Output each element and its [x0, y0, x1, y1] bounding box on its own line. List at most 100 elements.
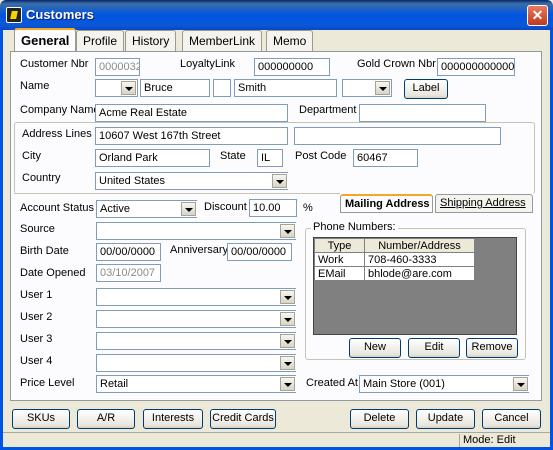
anniversary-field[interactable]: 00/00/0000	[227, 243, 292, 261]
chevron-down-icon[interactable]	[272, 174, 287, 188]
cancel-button[interactable]: Cancel	[482, 409, 541, 429]
country-label: Country	[22, 172, 61, 184]
app-icon	[6, 7, 22, 23]
update-button[interactable]: Update	[416, 409, 475, 429]
city-field[interactable]: Orland Park	[95, 149, 210, 167]
user3-dropdown[interactable]	[280, 333, 296, 349]
phone-type-cell[interactable]: Work	[314, 252, 365, 267]
anniversary-label: Anniversary	[170, 244, 229, 256]
column-header-number[interactable]: Number/Address	[364, 238, 475, 253]
status-mode: Mode: Edit	[459, 434, 549, 447]
skus-button[interactable]: SKUs	[12, 409, 70, 429]
name-prefix-select[interactable]	[95, 79, 138, 97]
column-header-type[interactable]: Type	[314, 238, 365, 253]
window-title: Customers	[26, 7, 94, 22]
interests-button[interactable]: Interests	[143, 409, 203, 429]
chevron-down-icon[interactable]	[280, 334, 295, 348]
company-name-field[interactable]: Acme Real Estate	[95, 104, 288, 122]
tab-shipping-address[interactable]: Shipping Address	[435, 194, 533, 213]
user1-dropdown[interactable]	[280, 289, 296, 305]
user2-select[interactable]	[96, 310, 296, 328]
customer-nbr-label: Customer Nbr	[20, 58, 89, 70]
created-at-dropdown[interactable]	[513, 376, 529, 392]
discount-unit: %	[303, 202, 313, 214]
phone-value-cell[interactable]: 708-460-3333	[364, 252, 475, 267]
user1-label: User 1	[20, 289, 53, 301]
birth-date-label: Birth Date	[20, 245, 69, 257]
address-lines-label: Address Lines	[22, 128, 92, 140]
created-at-select[interactable]: Main Store (001)	[359, 375, 529, 393]
user2-label: User 2	[20, 311, 53, 323]
title-bar: Customers ✕	[0, 0, 553, 30]
department-field[interactable]	[359, 104, 486, 122]
chevron-down-icon[interactable]	[280, 290, 295, 304]
chevron-down-icon[interactable]	[375, 81, 390, 95]
gold-crown-field[interactable]: 000000000000	[437, 58, 515, 76]
date-opened-label: Date Opened	[20, 267, 86, 279]
user4-select[interactable]	[96, 354, 296, 372]
user1-select[interactable]	[96, 288, 296, 306]
table-row[interactable]: EMail bhlode@are.com	[314, 266, 475, 281]
birth-date-field[interactable]: 00/00/0000	[96, 243, 161, 261]
edit-phone-button[interactable]: Edit	[408, 338, 460, 358]
city-label: City	[22, 150, 41, 162]
discount-field[interactable]: 10.00	[249, 199, 297, 217]
name-label: Name	[20, 80, 50, 92]
country-select[interactable]: United States	[95, 172, 288, 190]
account-status-label: Account Status	[20, 202, 94, 214]
address-tab-divider	[14, 193, 340, 194]
remove-phone-button[interactable]: Remove	[466, 338, 518, 358]
table-row[interactable]: Work 708-460-3333	[314, 252, 475, 267]
company-name-label: Company Name	[20, 104, 100, 116]
chevron-down-icon[interactable]	[280, 377, 295, 391]
address-line1-field[interactable]: 10607 West 167th Street	[95, 127, 288, 145]
tab-general[interactable]: General	[14, 28, 77, 52]
post-code-label: Post Code	[295, 150, 347, 162]
phone-type-cell[interactable]: EMail	[314, 266, 365, 281]
user4-label: User 4	[20, 355, 53, 367]
middle-initial-field[interactable]	[213, 79, 231, 97]
last-name-field[interactable]: Smith	[234, 79, 337, 97]
country-dropdown[interactable]	[272, 173, 288, 189]
address-line2-field[interactable]	[294, 127, 501, 145]
customer-nbr-field: 0000032	[95, 58, 140, 76]
account-status-dropdown[interactable]	[181, 201, 197, 217]
price-level-select[interactable]: Retail	[96, 375, 296, 393]
date-opened-field: 03/10/2007	[96, 264, 161, 282]
chevron-down-icon[interactable]	[181, 202, 196, 216]
tab-mailing-address[interactable]: Mailing Address	[340, 194, 433, 213]
tab-history[interactable]: History	[125, 30, 177, 51]
tab-memo[interactable]: Memo	[266, 30, 314, 51]
credit-cards-button[interactable]: Credit Cards	[210, 409, 276, 429]
state-label: State	[220, 150, 246, 162]
tab-memberlink[interactable]: MemberLink	[182, 30, 263, 51]
user4-dropdown[interactable]	[280, 355, 296, 371]
state-field[interactable]: IL	[257, 149, 283, 167]
phone-numbers-grid[interactable]: Type Number/Address Work 708-460-3333 EM…	[313, 237, 517, 335]
ar-button[interactable]: A/R	[77, 409, 135, 429]
loyaltylink-field[interactable]: 000000000	[254, 58, 330, 76]
table-header: Type Number/Address	[314, 238, 475, 253]
phone-numbers-label: Phone Numbers:	[311, 221, 398, 233]
user3-label: User 3	[20, 333, 53, 345]
chevron-down-icon[interactable]	[121, 81, 136, 95]
delete-button[interactable]: Delete	[350, 409, 409, 429]
source-dropdown[interactable]	[280, 223, 296, 239]
user2-dropdown[interactable]	[280, 311, 296, 327]
chevron-down-icon[interactable]	[280, 224, 295, 238]
name-suffix-select[interactable]	[342, 79, 392, 97]
label-button[interactable]: Label	[404, 79, 448, 99]
phone-value-cell[interactable]: bhlode@are.com	[364, 266, 475, 281]
created-at-label: Created At	[306, 377, 358, 389]
source-select[interactable]	[96, 222, 296, 240]
chevron-down-icon[interactable]	[280, 356, 295, 370]
chevron-down-icon[interactable]	[513, 377, 528, 391]
chevron-down-icon[interactable]	[280, 312, 295, 326]
close-button[interactable]: ✕	[527, 5, 548, 26]
new-phone-button[interactable]: New	[349, 338, 401, 358]
post-code-field[interactable]: 60467	[353, 149, 418, 167]
first-name-field[interactable]: Bruce	[140, 79, 210, 97]
tab-profile[interactable]: Profile	[76, 30, 125, 51]
price-level-dropdown[interactable]	[280, 376, 296, 392]
user3-select[interactable]	[96, 332, 296, 350]
